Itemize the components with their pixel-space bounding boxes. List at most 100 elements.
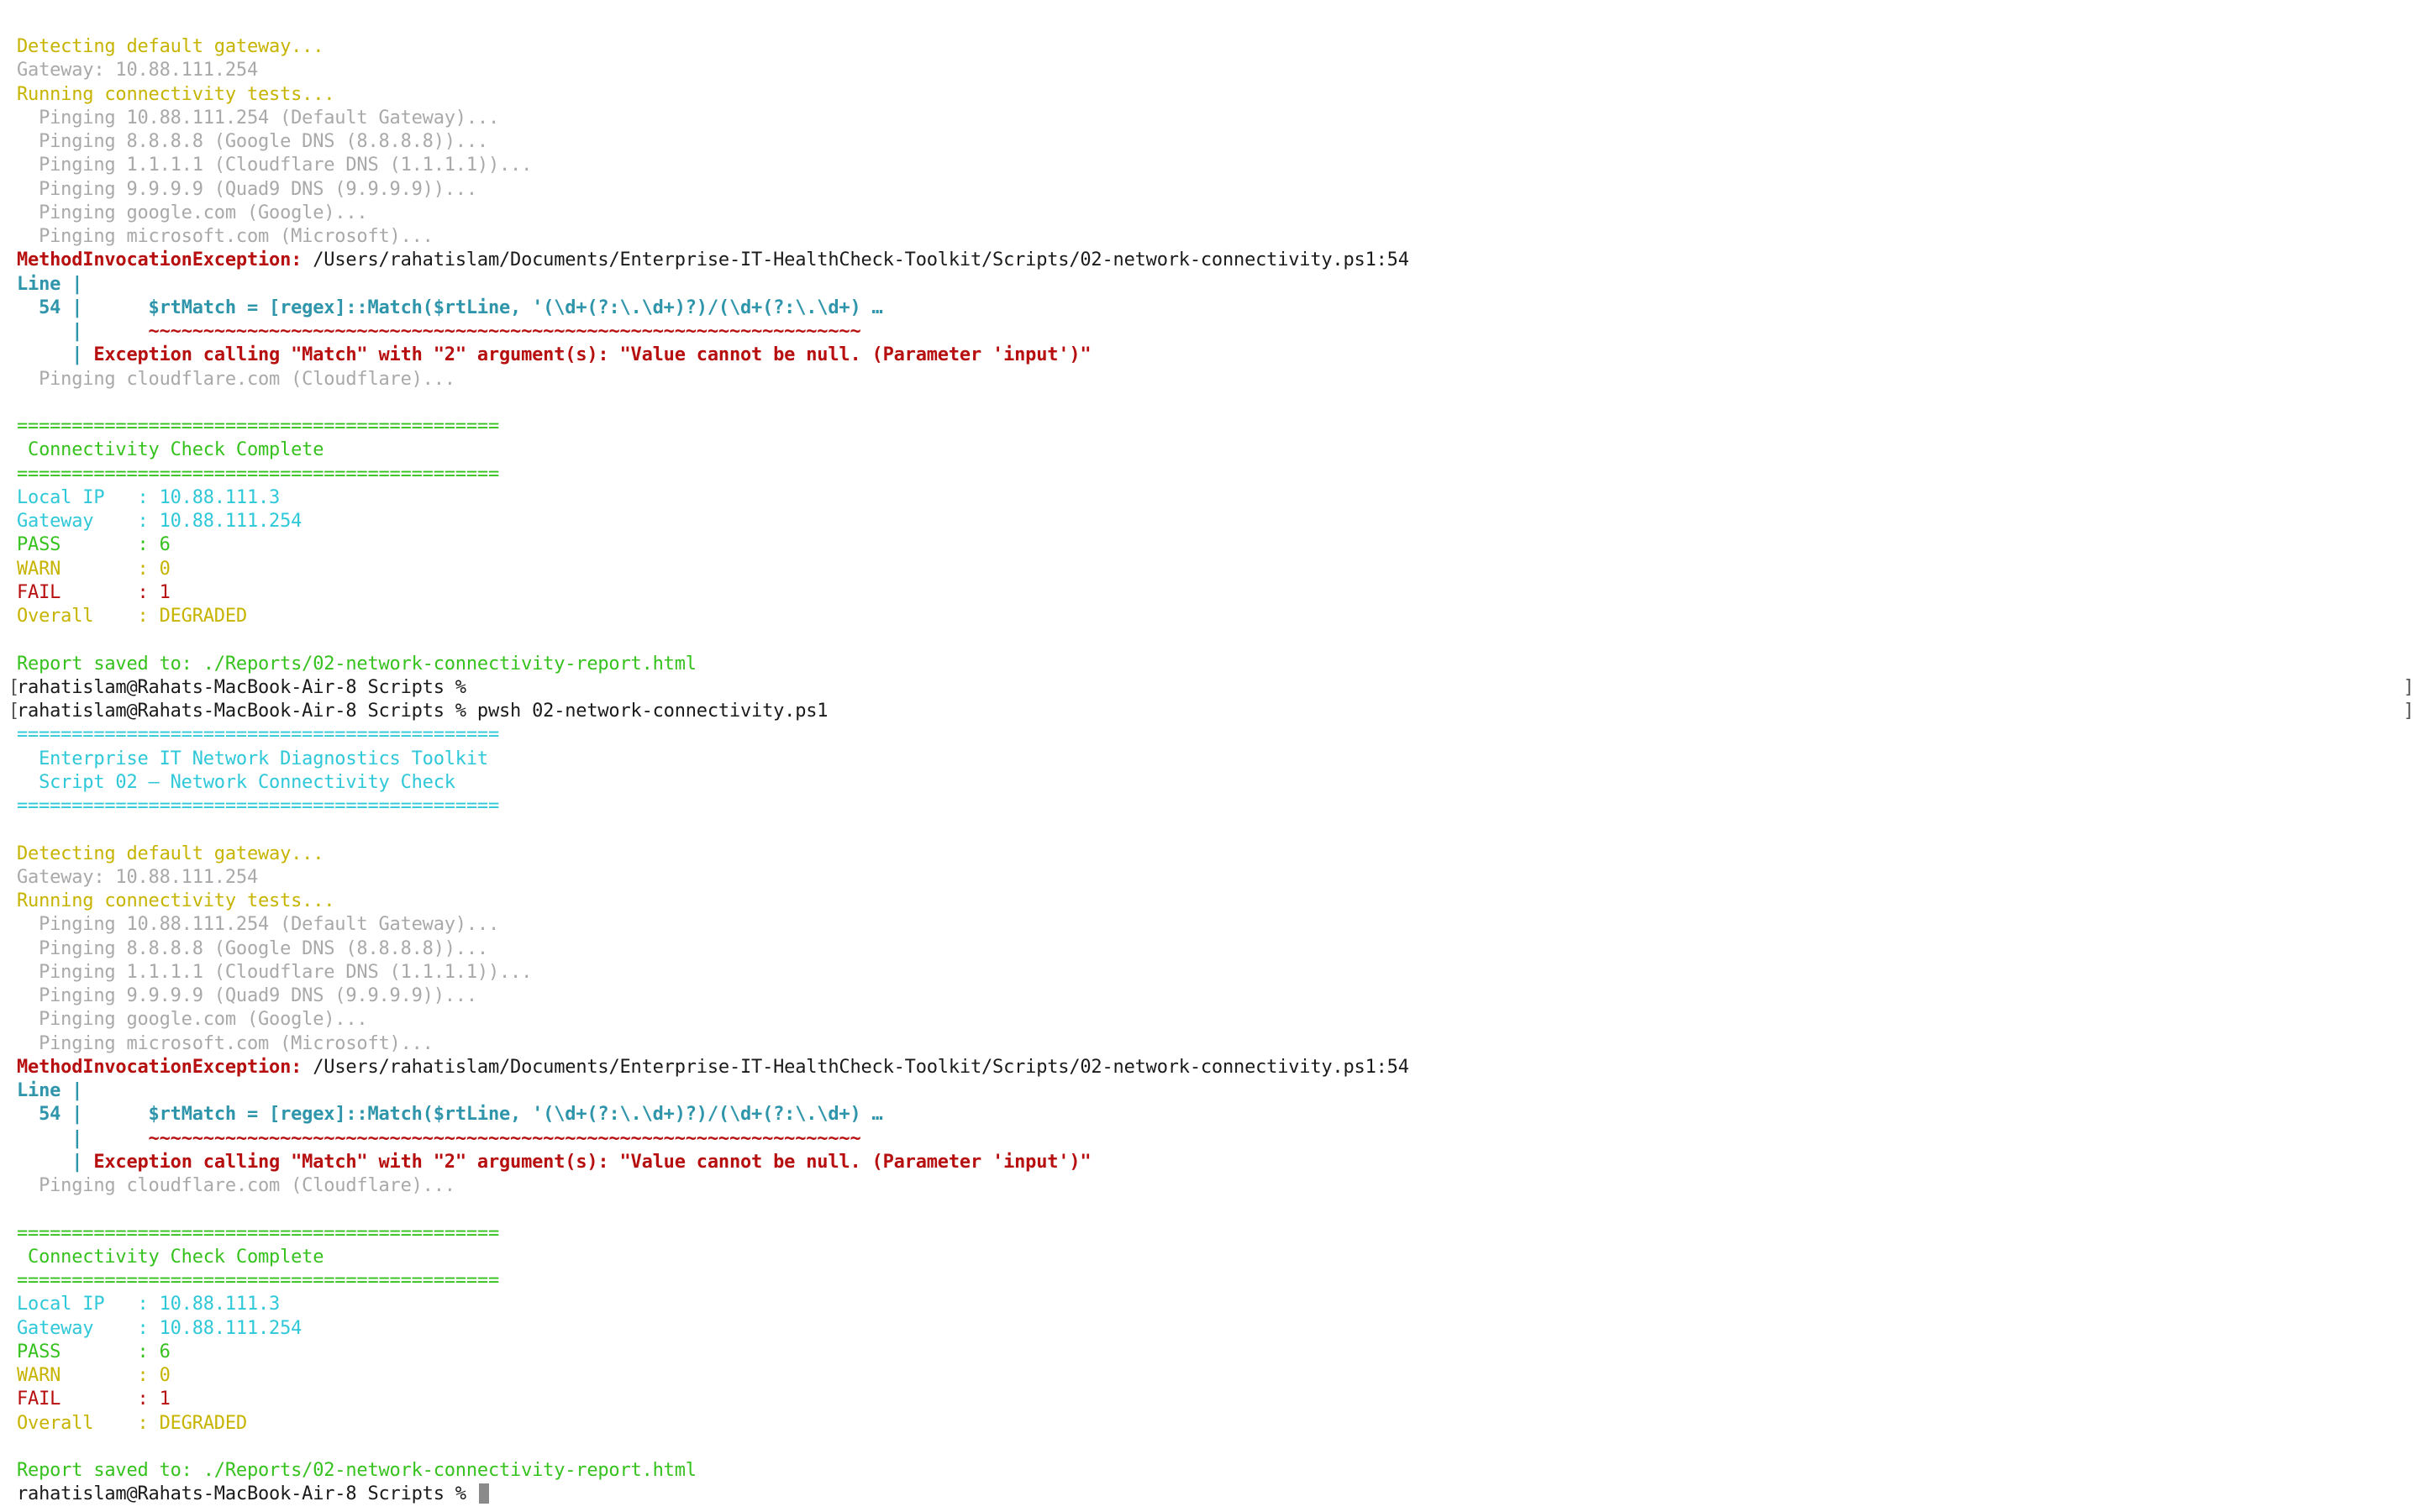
terminal-text-segment: ========================================… (17, 416, 499, 437)
terminal-text-segment: Gateway : 10.88.111.254 (17, 511, 302, 532)
terminal-line: 54 | $rtMatch = [regex]::Match($rtLine, … (17, 1103, 2420, 1126)
terminal-text-segment: Detecting default gateway... (17, 36, 324, 57)
terminal-line: PASS : 6 (17, 533, 2420, 557)
terminal-text-segment: /Users/rahatislam/Documents/Enterprise-I… (302, 1056, 1409, 1078)
terminal-text-segment: ~~~~~~~~~~~~~~~~~~~~~~~~~~~~~~~~~~~~~~~~… (93, 321, 861, 342)
terminal-text-segment: rahatislam@Rahats-MacBook-Air-8 Scripts … (17, 701, 829, 722)
terminal-text-segment: Local IP : 10.88.111.3 (17, 486, 281, 508)
terminal-text-segment: Pinging 1.1.1.1 (Cloudflare DNS (1.1.1.1… (17, 961, 533, 983)
terminal-line: ========================================… (17, 795, 2420, 818)
terminal-text-segment: Pinging 8.8.8.8 (Google DNS (8.8.8.8))..… (17, 937, 488, 959)
terminal-text-segment: Line | (17, 1080, 83, 1101)
terminal-text-segment: Overall : DEGRADED (17, 1412, 247, 1434)
terminal-text-segment: Report saved to: ./Reports/02-network-co… (17, 653, 697, 675)
terminal-text-segment: Pinging 9.9.9.9 (Quad9 DNS (9.9.9.9))... (17, 985, 477, 1006)
terminal-text-segment: Script 02 — Network Connectivity Check (17, 771, 455, 793)
terminal-text-segment: Connectivity Check Complete (17, 439, 324, 461)
terminal-text-segment: Connectivity Check Complete (17, 1246, 324, 1268)
terminal-text-segment: ========================================… (17, 795, 499, 816)
terminal-line: MethodInvocationException: /Users/rahati… (17, 249, 2420, 272)
text-cursor[interactable] (478, 1483, 489, 1504)
terminal-line: Connectivity Check Complete (17, 438, 2420, 462)
terminal-line: Connectivity Check Complete (17, 1246, 2420, 1269)
mark-bracket-right: ] (2403, 701, 2415, 722)
terminal-line: Running connectivity tests... (17, 890, 2420, 913)
terminal-line: Line | (17, 273, 2420, 297)
terminal-line: Pinging microsoft.com (Microsoft)... (17, 1032, 2420, 1056)
terminal-text-segment: 54 | (17, 297, 94, 318)
terminal-line: Pinging 10.88.111.254 (Default Gateway).… (17, 913, 2420, 937)
terminal-text-segment: $rtMatch = [regex]::Match($rtLine, '(\d+… (93, 1104, 883, 1126)
terminal-line: Gateway : 10.88.111.254 (17, 1317, 2420, 1341)
terminal-window[interactable]: Detecting default gateway... Gateway: 10.… (0, 0, 2420, 1512)
terminal-line: Gateway : 10.88.111.254 (17, 510, 2420, 533)
terminal-line: FAIL : 1 (17, 1388, 2420, 1411)
terminal-line: ========================================… (17, 1222, 2420, 1246)
terminal-output[interactable]: Detecting default gateway... Gateway: 10.… (8, 35, 2420, 1507)
terminal-text-segment: ========================================… (17, 724, 499, 746)
terminal-text-segment: WARN : 0 (17, 1365, 171, 1386)
terminal-line: Detecting default gateway... (17, 35, 2420, 59)
terminal-text-segment: ========================================… (17, 1270, 499, 1291)
terminal-line: FAIL : 1 (17, 581, 2420, 605)
terminal-line: Pinging cloudflare.com (Cloudflare)... (17, 368, 2420, 391)
terminal-text-segment: | (17, 321, 94, 342)
terminal-text-segment: Pinging 1.1.1.1 (Cloudflare DNS (1.1.1.1… (17, 155, 533, 176)
terminal-text-segment: Pinging google.com (Google)... (17, 202, 368, 223)
terminal-text-segment: Running connectivity tests... (17, 83, 335, 105)
terminal-text-segment: Local IP : 10.88.111.3 (17, 1294, 281, 1315)
terminal-line: Detecting default gateway... (17, 843, 2420, 866)
terminal-line: Overall : DEGRADED (17, 1412, 2420, 1436)
terminal-line: WARN : 0 (17, 1364, 2420, 1388)
terminal-text-segment: MethodInvocationException: (17, 249, 302, 271)
terminal-line: Overall : DEGRADED (17, 605, 2420, 628)
terminal-line: ========================================… (17, 463, 2420, 486)
terminal-text-segment: Exception calling "Match" with "2" argum… (93, 1151, 1092, 1173)
terminal-line: Pinging 8.8.8.8 (Google DNS (8.8.8.8))..… (17, 130, 2420, 154)
terminal-line: rahatislam@Rahats-MacBook-Air-8 Scripts … (17, 1483, 2420, 1506)
terminal-line: Local IP : 10.88.111.3 (17, 1293, 2420, 1316)
terminal-line: Pinging 1.1.1.1 (Cloudflare DNS (1.1.1.1… (17, 961, 2420, 984)
terminal-text-segment: Pinging 8.8.8.8 (Google DNS (8.8.8.8))..… (17, 131, 488, 152)
terminal-line: | Exception calling "Match" with "2" arg… (17, 1151, 2420, 1174)
terminal-text-segment: FAIL : 1 (17, 581, 171, 603)
terminal-line: Pinging 9.9.9.9 (Quad9 DNS (9.9.9.9))... (17, 178, 2420, 202)
terminal-line: Script 02 — Network Connectivity Check (17, 771, 2420, 795)
terminal-text-segment: ~~~~~~~~~~~~~~~~~~~~~~~~~~~~~~~~~~~~~~~~… (93, 1127, 861, 1149)
terminal-line: [rahatislam@Rahats-MacBook-Air-8 Scripts… (8, 676, 2420, 700)
terminal-line: Pinging 1.1.1.1 (Cloudflare DNS (1.1.1.1… (17, 154, 2420, 177)
terminal-text-segment: | (17, 1127, 94, 1149)
terminal-line: WARN : 0 (17, 558, 2420, 581)
terminal-text-segment: PASS : 6 (17, 1341, 171, 1362)
terminal-text-segment: Detecting default gateway... (17, 843, 324, 864)
terminal-line: Enterprise IT Network Diagnostics Toolki… (17, 748, 2420, 771)
terminal-line: Pinging microsoft.com (Microsoft)... (17, 225, 2420, 249)
terminal-line: PASS : 6 (17, 1341, 2420, 1364)
terminal-text-segment: Pinging 10.88.111.254 (Default Gateway).… (17, 107, 499, 129)
mark-bracket-left: [ (8, 676, 20, 698)
terminal-line: ========================================… (17, 1269, 2420, 1293)
terminal-text-segment: /Users/rahatislam/Documents/Enterprise-I… (302, 249, 1409, 271)
terminal-text-segment: Pinging microsoft.com (Microsoft)... (17, 226, 434, 247)
terminal-text-segment: PASS : 6 (17, 534, 171, 556)
terminal-line: Report saved to: ./Reports/02-network-co… (17, 1459, 2420, 1483)
terminal-line: [rahatislam@Rahats-MacBook-Air-8 Scripts… (8, 700, 2420, 723)
terminal-text-segment: $rtMatch = [regex]::Match($rtLine, '(\d+… (93, 297, 883, 318)
terminal-line: | ~~~~~~~~~~~~~~~~~~~~~~~~~~~~~~~~~~~~~~… (17, 320, 2420, 344)
terminal-line: Report saved to: ./Reports/02-network-co… (17, 653, 2420, 676)
terminal-text-segment: Pinging cloudflare.com (Cloudflare)... (17, 368, 455, 390)
terminal-line: Pinging google.com (Google)... (17, 202, 2420, 225)
terminal-line: Gateway: 10.88.111.254 (17, 59, 2420, 82)
terminal-line: Pinging 10.88.111.254 (Default Gateway).… (17, 107, 2420, 130)
terminal-line: 54 | $rtMatch = [regex]::Match($rtLine, … (17, 297, 2420, 320)
terminal-text-segment: MethodInvocationException: (17, 1056, 302, 1078)
terminal-line: ========================================… (17, 723, 2420, 747)
terminal-text-segment: Line | (17, 273, 83, 295)
terminal-line: Running connectivity tests... (17, 83, 2420, 107)
terminal-text-segment: FAIL : 1 (17, 1389, 171, 1410)
terminal-line: Pinging google.com (Google)... (17, 1008, 2420, 1032)
terminal-line: Pinging 8.8.8.8 (Google DNS (8.8.8.8))..… (17, 937, 2420, 961)
terminal-text-segment: ========================================… (17, 463, 499, 485)
